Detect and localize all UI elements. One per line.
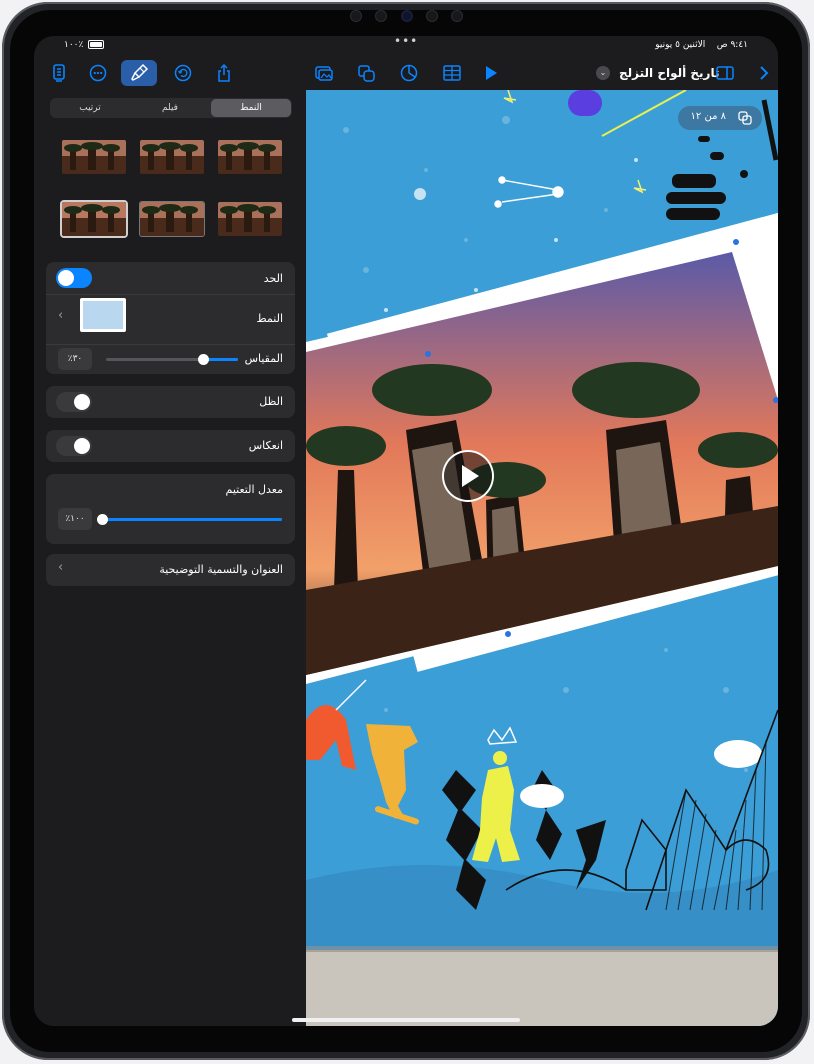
opacity-slider-thumb[interactable]: [97, 514, 108, 525]
opacity-value[interactable]: ٪١٠٠: [58, 508, 92, 530]
toolbar: ⌄ تاريخ ألواح التزلج: [34, 56, 778, 90]
document-icon[interactable]: [46, 60, 72, 86]
divider: [46, 344, 295, 345]
scale-value[interactable]: ٪٣٠: [58, 348, 92, 370]
chevron-left-icon[interactable]: ‹: [58, 308, 63, 323]
home-indicator[interactable]: [292, 1018, 520, 1022]
screen: ٪١٠٠ ••• ٩:٤١ ص الاثنين ٥ يونيو ⌄ تاريخ …: [34, 36, 778, 1026]
reflection-toggle[interactable]: [56, 436, 92, 456]
shapes-icon[interactable]: [354, 60, 380, 86]
battery-percent: ٪١٠٠: [64, 40, 84, 50]
format-brush-icon[interactable]: [121, 60, 157, 86]
shadow-group: الظل: [46, 386, 295, 418]
play-video-button[interactable]: [444, 452, 492, 500]
document-title[interactable]: تاريخ ألواح التزلج: [619, 66, 719, 80]
status-time-date: ٩:٤١ ص الاثنين ٥ يونيو: [655, 40, 748, 50]
shadow-toggle[interactable]: [56, 392, 92, 412]
media-icon[interactable]: [311, 60, 337, 86]
border-style-swatch[interactable]: [80, 298, 126, 332]
caption-row[interactable]: ‹ العنوان والتسمية التوضيحية: [46, 554, 295, 586]
divider: [46, 294, 295, 295]
opacity-slider[interactable]: [97, 514, 282, 525]
battery-indicator: ٪١٠٠: [64, 40, 105, 50]
share-icon[interactable]: [211, 60, 237, 86]
status-time: ٩:٤١ ص: [716, 40, 748, 50]
style-preset[interactable]: [140, 140, 204, 174]
battery-icon: [88, 40, 105, 49]
sidebar-icon[interactable]: [712, 60, 738, 86]
status-bar: ٪١٠٠ ••• ٩:٤١ ص الاثنين ٥ يونيو: [34, 36, 778, 56]
tab-movie[interactable]: فيلم: [130, 98, 210, 118]
title-chevron-down-icon[interactable]: ⌄: [596, 66, 610, 80]
undo-icon[interactable]: [170, 60, 196, 86]
slide-counter-text: ٨ من ١٢: [690, 111, 726, 122]
opacity-slider-fill: [102, 518, 282, 521]
chevron-right-icon[interactable]: [751, 60, 777, 86]
chevron-left-icon[interactable]: ‹: [58, 560, 63, 575]
style-preset[interactable]: [218, 140, 282, 174]
play-icon: [462, 465, 479, 487]
slides-icon: [738, 111, 752, 125]
sensor-dot: [375, 10, 387, 22]
multitasking-dots[interactable]: •••: [394, 36, 418, 48]
scale-slider-thumb[interactable]: [198, 354, 209, 365]
style-preset[interactable]: [62, 140, 126, 174]
more-icon[interactable]: [85, 60, 111, 86]
sensor-dot: [350, 10, 362, 22]
status-date: الاثنين ٥ يونيو: [655, 40, 706, 50]
caption-label: العنوان والتسمية التوضيحية: [159, 563, 283, 576]
play-icon[interactable]: [478, 60, 504, 86]
camera-lens: [401, 10, 413, 22]
style-preset[interactable]: [140, 202, 204, 236]
style-preset-selected[interactable]: [62, 202, 126, 236]
slide-counter[interactable]: ٨ من ١٢: [678, 106, 762, 130]
sensor-dot: [451, 10, 463, 22]
table-icon[interactable]: [439, 60, 465, 86]
reflection-group: انعكاس: [46, 430, 295, 462]
border-label: الحد: [263, 272, 283, 285]
opacity-group: معدل التعتيم ٪١٠٠: [46, 474, 295, 544]
shadow-label: الظل: [259, 395, 283, 408]
border-toggle[interactable]: [56, 268, 92, 288]
chart-icon[interactable]: [396, 60, 422, 86]
slide-canvas[interactable]: ٨ من ١٢: [306, 90, 778, 1026]
reflection-label: انعكاس: [248, 439, 283, 452]
style-label: النمط: [256, 312, 283, 325]
format-panel: ترتيب فيلم النمط الحد ‹ النمط ٪٣٠ المقيا…: [34, 90, 306, 1026]
opacity-label: معدل التعتيم: [225, 483, 283, 496]
scale-slider[interactable]: [106, 354, 238, 365]
video-thumbnail[interactable]: [306, 90, 778, 1026]
border-group: الحد ‹ النمط ٪٣٠ المقياس: [46, 262, 295, 374]
tab-style[interactable]: النمط: [211, 99, 291, 117]
scale-label: المقياس: [244, 352, 283, 365]
sensor-dot: [426, 10, 438, 22]
style-preset[interactable]: [218, 202, 282, 236]
tab-arrange[interactable]: ترتيب: [50, 98, 130, 118]
format-tabs: ترتيب فيلم النمط: [50, 98, 292, 118]
